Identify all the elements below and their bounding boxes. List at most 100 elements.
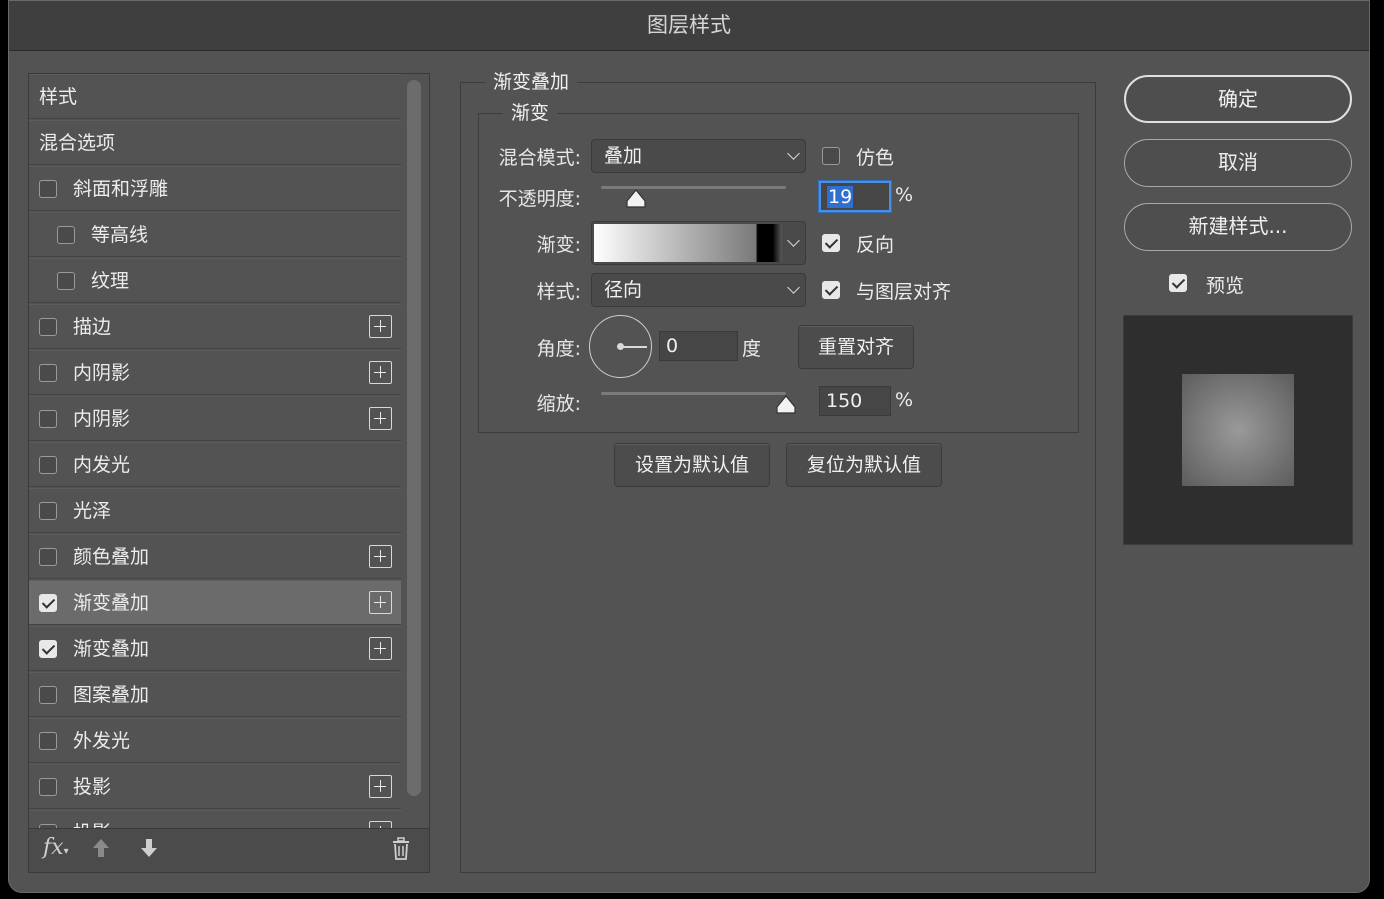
- styles-list: 样式 混合选项 斜面和浮雕 等高线 纹理 描边 内阴影 内阴影 内发光 光泽 颜色叠加 渐变叠加 渐变叠…: [29, 74, 401, 828]
- style-checkbox[interactable]: [39, 318, 57, 336]
- style-preview: [1123, 315, 1353, 545]
- style-checkbox[interactable]: [39, 180, 57, 198]
- style-checkbox[interactable]: [39, 410, 57, 428]
- add-effect-icon[interactable]: [369, 591, 392, 614]
- list-item-label: 混合选项: [39, 132, 116, 154]
- style-list-item-label: 描边: [73, 316, 112, 338]
- angle-dial-center: [617, 343, 624, 350]
- opacity-input[interactable]: 19: [819, 181, 891, 212]
- style-list-item[interactable]: 内阴影: [29, 396, 401, 441]
- style-list-item-label: 投影: [73, 811, 111, 828]
- style-list-item-label: 等高线: [91, 224, 149, 246]
- preview-label: 预览: [1206, 275, 1245, 297]
- style-checkbox[interactable]: [39, 778, 57, 796]
- style-list-item[interactable]: 渐变叠加: [29, 580, 401, 625]
- reverse-label: 反向: [856, 234, 895, 256]
- styles-panel: 样式 混合选项 斜面和浮雕 等高线 纹理 描边 内阴影 内阴影 内发光 光泽 颜色叠加 渐变叠加 渐变叠…: [28, 73, 430, 873]
- gradient-overlay-title: 渐变叠加: [485, 67, 578, 94]
- add-effect-icon[interactable]: [369, 821, 392, 828]
- style-list-item-label: 颜色叠加: [73, 546, 150, 568]
- reverse-checkbox[interactable]: [822, 234, 840, 252]
- style-checkbox[interactable]: [39, 594, 57, 612]
- add-effect-icon[interactable]: [369, 361, 392, 384]
- dialog-title: 图层样式: [9, 1, 1369, 51]
- angle-dial[interactable]: [589, 315, 652, 378]
- style-list-item[interactable]: 斜面和浮雕: [29, 166, 401, 211]
- add-effect-icon[interactable]: [369, 407, 392, 430]
- style-list-item-label: 图案叠加: [73, 684, 150, 706]
- styles-toolbar: fx▾: [29, 828, 429, 872]
- style-checkbox[interactable]: [39, 732, 57, 750]
- align-with-layer-label: 与图层对齐: [856, 281, 952, 303]
- style-list-item-label: 投影: [73, 776, 112, 798]
- reset-to-default-button[interactable]: 复位为默认值: [786, 443, 942, 487]
- styles-header[interactable]: 样式: [29, 74, 401, 119]
- move-down-icon[interactable]: [139, 837, 159, 865]
- style-list-item[interactable]: 图案叠加: [29, 672, 401, 717]
- angle-input[interactable]: 0: [659, 331, 738, 361]
- set-as-default-button[interactable]: 设置为默认值: [614, 443, 770, 487]
- angle-dial-needle: [621, 346, 647, 348]
- reset-alignment-button[interactable]: 重置对齐: [798, 325, 914, 369]
- style-checkbox[interactable]: [39, 502, 57, 520]
- style-checkbox[interactable]: [39, 686, 57, 704]
- align-with-layer-checkbox[interactable]: [822, 281, 840, 299]
- scale-unit: %: [895, 389, 914, 411]
- style-list-item[interactable]: 投影: [29, 810, 401, 828]
- style-checkbox[interactable]: [39, 640, 57, 658]
- angle-label: 角度:: [536, 338, 581, 360]
- style-list-item[interactable]: 外发光: [29, 718, 401, 763]
- trash-icon[interactable]: [391, 837, 411, 867]
- style-checkbox[interactable]: [39, 364, 57, 382]
- style-list-item-label: 内阴影: [73, 408, 131, 430]
- cancel-button[interactable]: 取消: [1124, 139, 1352, 187]
- ok-button[interactable]: 确定: [1124, 75, 1352, 123]
- add-effect-icon[interactable]: [369, 775, 392, 798]
- add-effect-icon[interactable]: [369, 545, 392, 568]
- gradient-swatch[interactable]: [594, 224, 782, 262]
- style-list-item[interactable]: 颜色叠加: [29, 534, 401, 579]
- style-list-item-label: 内发光: [73, 454, 131, 476]
- style-checkbox[interactable]: [39, 456, 57, 474]
- style-list-item[interactable]: 等高线: [29, 212, 401, 257]
- style-list-item[interactable]: 投影: [29, 764, 401, 809]
- style-checkbox[interactable]: [39, 548, 57, 566]
- dither-checkbox[interactable]: [822, 147, 840, 165]
- scale-input[interactable]: 150: [819, 386, 891, 416]
- gradient-label: 渐变:: [536, 234, 581, 256]
- style-list-item[interactable]: 内发光: [29, 442, 401, 487]
- style-list-item[interactable]: 纹理: [29, 258, 401, 303]
- blending-options-item[interactable]: 混合选项: [29, 120, 401, 165]
- style-select[interactable]: 径向: [591, 273, 806, 307]
- opacity-label: 不透明度:: [498, 188, 581, 210]
- scale-label: 缩放:: [536, 393, 581, 415]
- style-list-item-label: 内阴影: [73, 362, 131, 384]
- styles-scrollbar[interactable]: [407, 80, 421, 796]
- fx-icon[interactable]: fx▾: [43, 835, 69, 860]
- new-style-button[interactable]: 新建样式...: [1124, 203, 1352, 251]
- move-up-icon[interactable]: [91, 837, 111, 865]
- style-list-item-label: 外发光: [73, 730, 131, 752]
- style-checkbox[interactable]: [57, 226, 75, 244]
- style-list-item[interactable]: 内阴影: [29, 350, 401, 395]
- angle-unit: 度: [742, 338, 762, 360]
- blend-mode-select[interactable]: 叠加: [591, 139, 806, 173]
- add-effect-icon[interactable]: [369, 637, 392, 660]
- gradient-picker[interactable]: [591, 221, 806, 265]
- style-list-item-label: 光泽: [73, 500, 112, 522]
- style-list-item[interactable]: 描边: [29, 304, 401, 349]
- style-list-item[interactable]: 渐变叠加: [29, 626, 401, 671]
- style-list-item-label: 纹理: [91, 270, 130, 292]
- style-list-item-label: 斜面和浮雕: [73, 178, 169, 200]
- layer-style-dialog: 图层样式 样式 混合选项 斜面和浮雕 等高线 纹理 描边 内阴影 内阴影 内发光 光泽 颜色叠加 渐变…: [8, 0, 1370, 893]
- style-list-item[interactable]: 光泽: [29, 488, 401, 533]
- chevron-down-icon: [787, 281, 800, 294]
- chevron-down-icon: [787, 147, 800, 160]
- preview-swatch: [1182, 374, 1294, 486]
- preview-checkbox[interactable]: [1169, 274, 1187, 292]
- gradient-subtitle: 渐变: [503, 98, 558, 125]
- style-list-item-label: 渐变叠加: [73, 592, 150, 614]
- scale-slider-track[interactable]: [601, 392, 786, 395]
- style-checkbox[interactable]: [57, 272, 75, 290]
- add-effect-icon[interactable]: [369, 315, 392, 338]
